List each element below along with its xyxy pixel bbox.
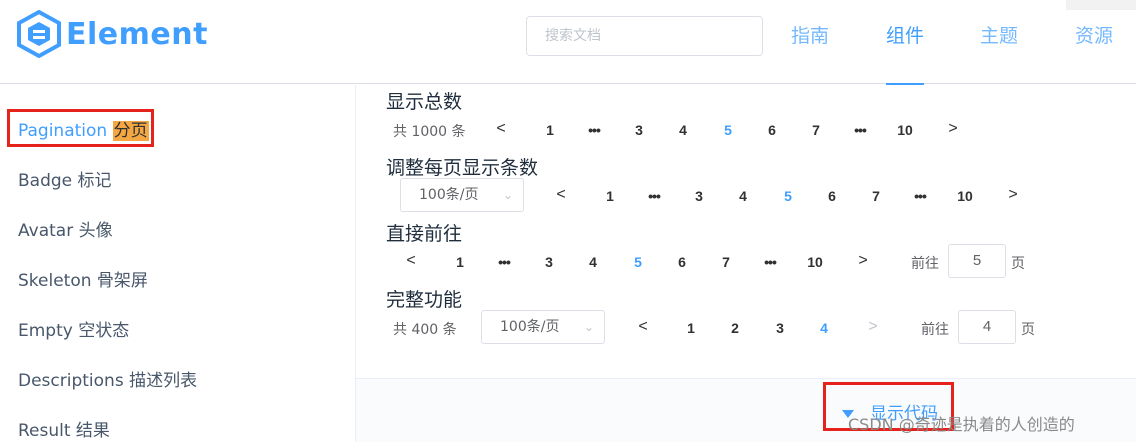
pager-item-active[interactable]: 5: [713, 122, 743, 138]
pager-item[interactable]: 10: [890, 122, 920, 138]
goto-label: 前往: [911, 256, 939, 272]
pager-item[interactable]: 7: [711, 254, 741, 270]
pager-item[interactable]: 1: [535, 122, 565, 138]
page-size-select[interactable]: 100条/页 ⌄: [481, 310, 605, 344]
prev-page-button[interactable]: <: [546, 186, 576, 204]
pager-more[interactable]: •••: [489, 254, 519, 270]
sidebar-item-result[interactable]: Result 结果: [18, 416, 110, 441]
demo-panel: 显示总数 共 1000 条 < 1 ••• 3 4 5 6 7 ••• 10 >…: [355, 85, 1136, 442]
page-unit-label: 页: [1021, 322, 1035, 338]
nav-resource[interactable]: 资源: [1075, 0, 1113, 84]
next-page-button[interactable]: >: [998, 186, 1028, 204]
pager-item[interactable]: 3: [534, 254, 564, 270]
pager-item[interactable]: 4: [578, 254, 608, 270]
section-title-size: 调整每页显示条数: [386, 157, 539, 179]
nav-guide[interactable]: 指南: [791, 0, 829, 84]
top-header: Element 指南 组件 主题 资源: [0, 0, 1136, 85]
pager-item[interactable]: 1: [595, 188, 625, 204]
pager-item[interactable]: 3: [765, 320, 795, 336]
sidebar-item-avatar[interactable]: Avatar 头像: [18, 216, 113, 241]
page-size-value: 100条/页: [500, 319, 560, 335]
pager-item[interactable]: 10: [950, 188, 980, 204]
page-size-select[interactable]: 100条/页 ⌄: [400, 178, 524, 212]
pager-item[interactable]: 6: [817, 188, 847, 204]
pager-item[interactable]: 3: [624, 122, 654, 138]
nav-component[interactable]: 组件: [886, 0, 925, 85]
next-page-button[interactable]: >: [848, 252, 878, 270]
section-title-jumper: 直接前往: [386, 223, 463, 245]
next-page-button-disabled[interactable]: >: [858, 318, 888, 336]
element-logo-icon: [17, 10, 61, 58]
logo[interactable]: Element: [16, 10, 208, 58]
pager-more[interactable]: •••: [905, 188, 935, 204]
chevron-down-icon: ⌄: [583, 320, 594, 334]
pager-more[interactable]: •••: [845, 122, 875, 138]
goto-page-input[interactable]: 5: [948, 244, 1006, 278]
pager-item[interactable]: 10: [800, 254, 830, 270]
pager-more[interactable]: •••: [639, 188, 669, 204]
section-title-full: 完整功能: [386, 289, 463, 311]
search-input[interactable]: [526, 16, 763, 56]
next-page-button[interactable]: >: [938, 120, 968, 138]
annotation-box-pagination: [7, 109, 154, 147]
sidebar-item-descriptions[interactable]: Descriptions 描述列表: [18, 366, 197, 391]
pager-item-active[interactable]: 4: [809, 320, 839, 336]
watermark: CSDN @奇迹是执着的人创造的: [848, 415, 1075, 434]
prev-page-button[interactable]: <: [486, 120, 516, 138]
pager-item[interactable]: 6: [757, 122, 787, 138]
pager-item[interactable]: 1: [445, 254, 475, 270]
pager-item-active[interactable]: 5: [623, 254, 653, 270]
section-title-total: 显示总数: [386, 91, 463, 113]
pager-item[interactable]: 3: [684, 188, 714, 204]
pager-item[interactable]: 1: [676, 320, 706, 336]
pager-item-active[interactable]: 5: [773, 188, 803, 204]
pager-item[interactable]: 7: [801, 122, 831, 138]
pager-item[interactable]: 7: [861, 188, 891, 204]
prev-page-button[interactable]: <: [628, 318, 658, 336]
logo-text: Element: [66, 16, 208, 52]
sidebar-item-badge[interactable]: Badge 标记: [18, 166, 112, 191]
pager-item[interactable]: 6: [667, 254, 697, 270]
header-shade: [1066, 0, 1136, 10]
pager-item[interactable]: 4: [668, 122, 698, 138]
pagination-total: 共 1000 条: [393, 124, 466, 140]
pager-more[interactable]: •••: [579, 122, 609, 138]
sidebar-item-empty[interactable]: Empty 空状态: [18, 316, 129, 341]
pager-item[interactable]: 4: [728, 188, 758, 204]
pager-more[interactable]: •••: [755, 254, 785, 270]
nav-theme[interactable]: 主题: [980, 0, 1018, 84]
page-unit-label: 页: [1011, 256, 1025, 272]
goto-label: 前往: [921, 322, 949, 338]
prev-page-button[interactable]: <: [396, 252, 426, 270]
goto-page-input[interactable]: 4: [958, 310, 1016, 344]
page-size-value: 100条/页: [419, 187, 479, 203]
chevron-down-icon: ⌄: [502, 188, 513, 202]
pager-item[interactable]: 2: [720, 320, 750, 336]
sidebar-item-skeleton[interactable]: Skeleton 骨架屏: [18, 266, 148, 291]
sidebar: Pagination 分页 Badge 标记 Avatar 头像 Skeleto…: [0, 85, 355, 442]
pagination-total: 共 400 条: [393, 322, 457, 338]
